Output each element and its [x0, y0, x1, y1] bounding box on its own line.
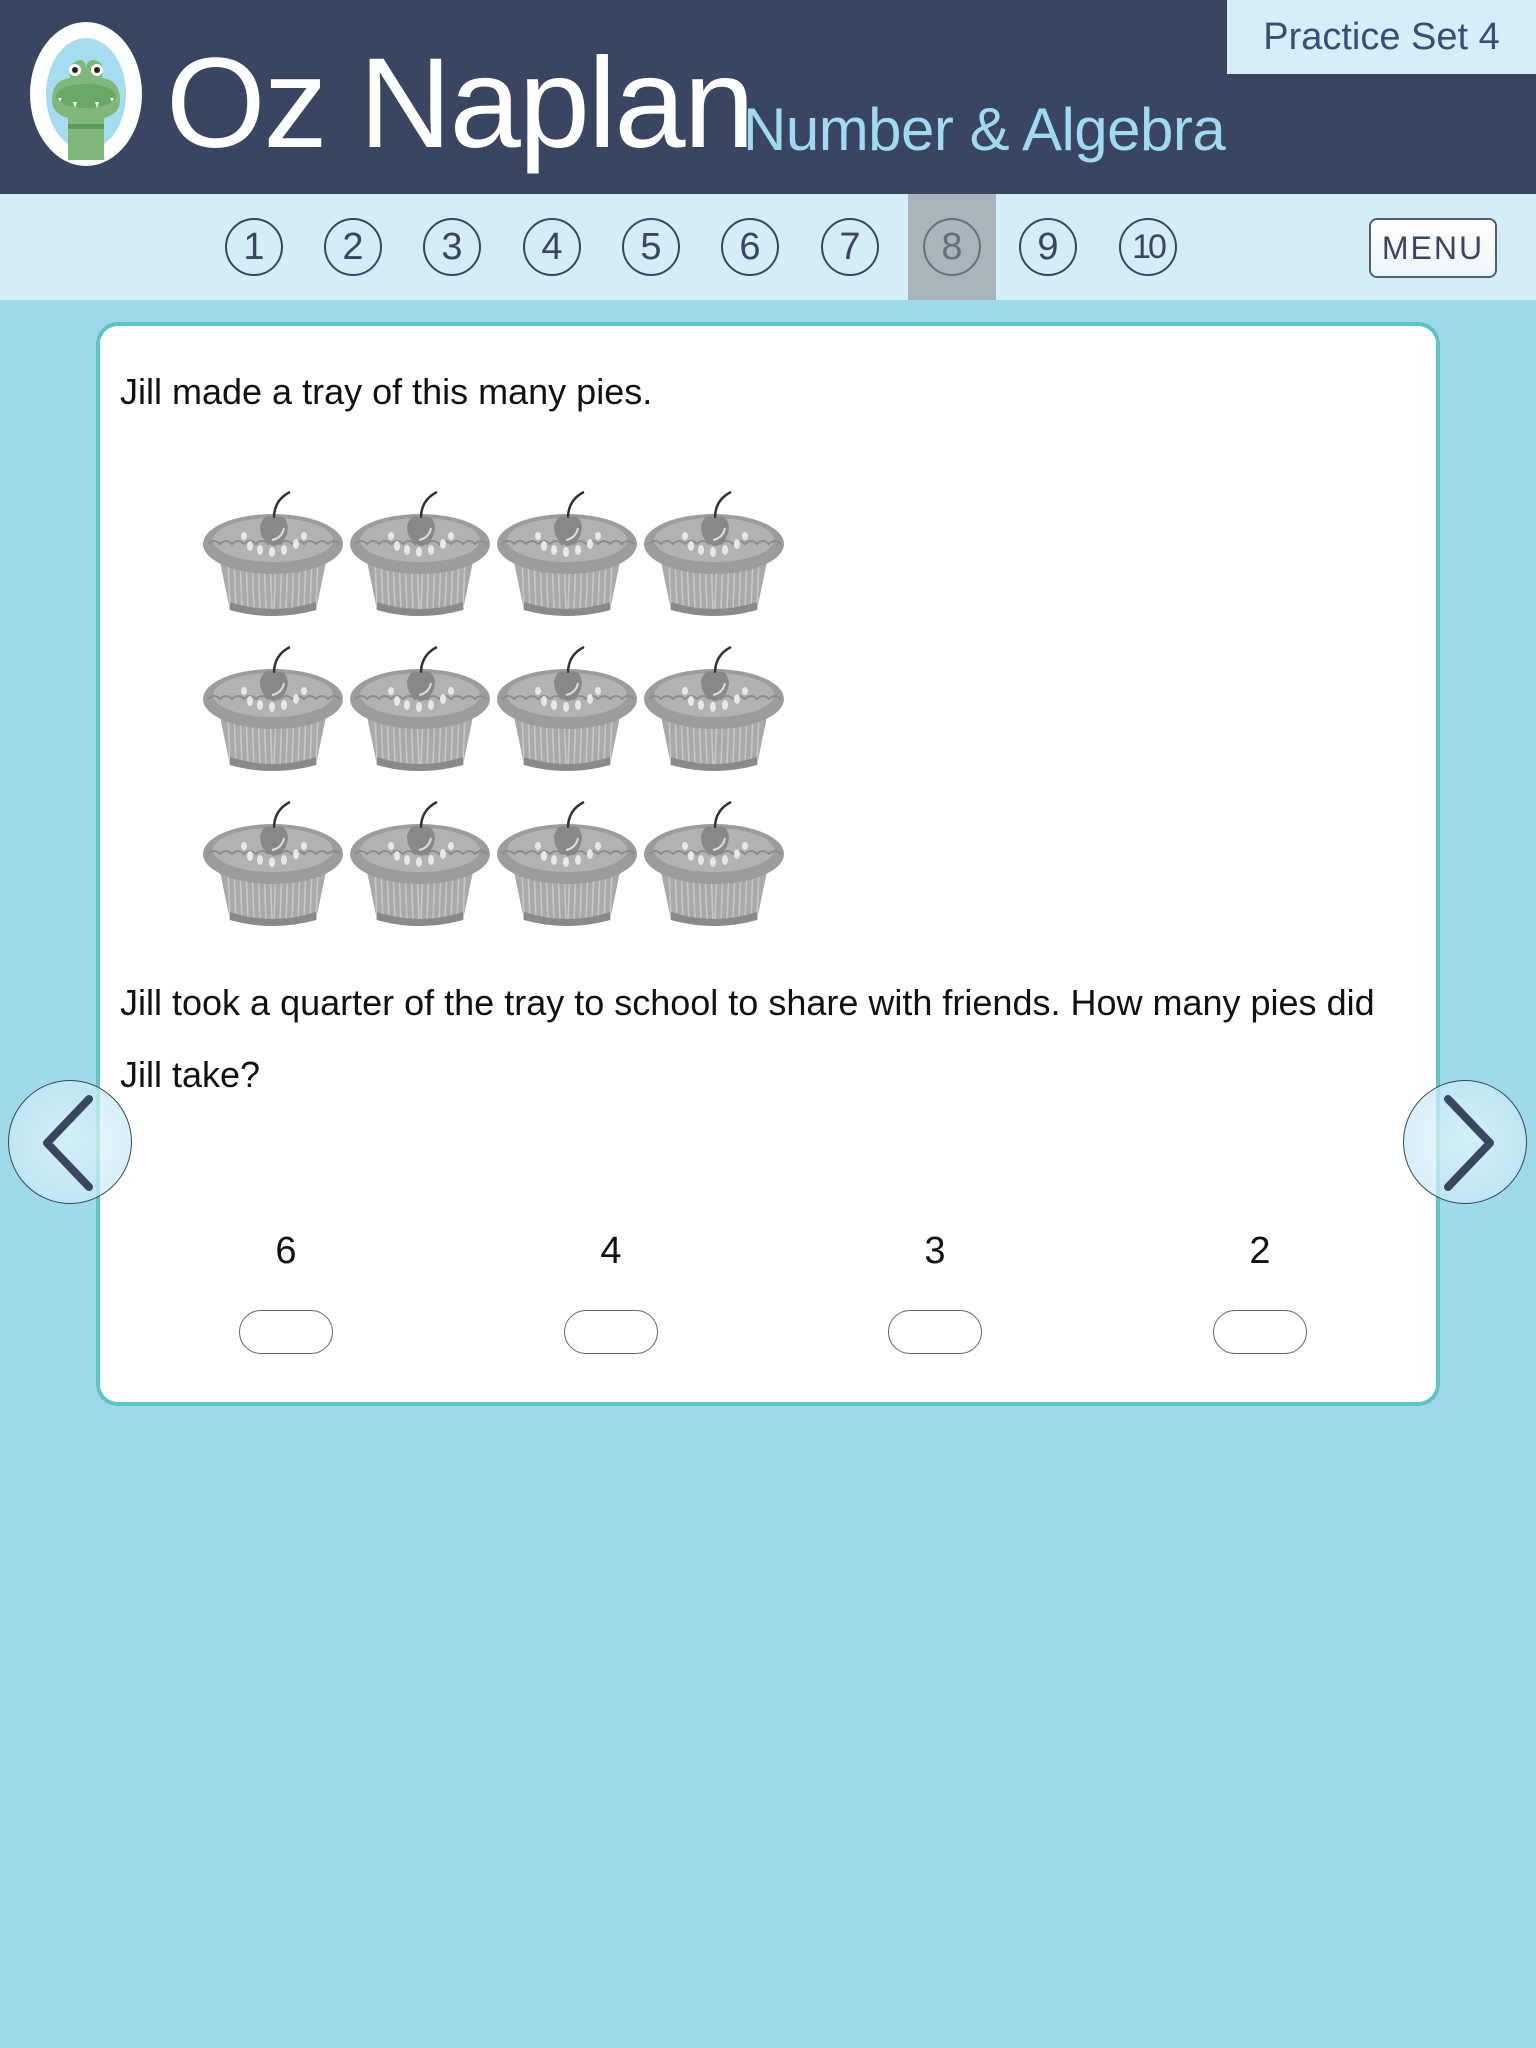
cherry-pie-icon [347, 629, 493, 779]
cherry-pie-icon [494, 629, 640, 779]
cherry-pie-icon [347, 784, 493, 934]
answer-option[interactable]: 2 [1180, 1226, 1340, 1366]
next-question-button[interactable] [1403, 1080, 1527, 1204]
app-header: Oz Naplan Number & Algebra Practice Set … [0, 0, 1536, 194]
answer-option[interactable]: 4 [531, 1226, 691, 1366]
question-card: Jill made a tray of this many pies. Jill… [96, 322, 1440, 1406]
question-number: 7 [821, 218, 879, 276]
answer-radio[interactable] [888, 1310, 982, 1354]
chevron-right-icon [1444, 1095, 1494, 1191]
question-number: 2 [324, 218, 382, 276]
answer-label: 2 [1249, 1230, 1271, 1272]
question-number: 3 [423, 218, 481, 276]
question-number: 4 [523, 218, 581, 276]
question-nav-10[interactable]: 10 [1104, 194, 1192, 300]
answer-radio[interactable] [239, 1310, 333, 1354]
question-number: 9 [1019, 218, 1077, 276]
question-nav-1[interactable]: 1 [210, 194, 298, 300]
crocodile-logo-icon [28, 20, 144, 168]
answer-option[interactable]: 6 [206, 1226, 366, 1366]
question-nav-9[interactable]: 9 [1004, 194, 1092, 300]
question-nav-2[interactable]: 2 [309, 194, 397, 300]
question-prompt: Jill took a quarter of the tray to schoo… [120, 982, 1375, 1095]
question-nav-4[interactable]: 4 [508, 194, 596, 300]
cherry-pie-icon [347, 474, 493, 624]
cherry-pie-icon [200, 784, 346, 934]
cherry-pie-icon [494, 474, 640, 624]
question-number: 5 [622, 218, 680, 276]
cherry-pie-icon [200, 629, 346, 779]
brand-name: Oz Naplan [166, 32, 755, 175]
answer-label: 4 [600, 1230, 622, 1272]
cherry-pie-icon [641, 784, 787, 934]
question-nav-3[interactable]: 3 [408, 194, 496, 300]
answer-option[interactable]: 3 [855, 1226, 1015, 1366]
answer-radio[interactable] [564, 1310, 658, 1354]
question-number: 10 [1119, 218, 1177, 276]
answer-radio[interactable] [1213, 1310, 1307, 1354]
cherry-pie-icon [494, 784, 640, 934]
question-nav-6[interactable]: 6 [706, 194, 794, 300]
question-nav-5[interactable]: 5 [607, 194, 695, 300]
subject-title: Number & Algebra [743, 96, 1226, 163]
question-nav-bar: 1 2 3 4 5 6 7 8 9 10 MENU [0, 194, 1536, 300]
question-nav-8[interactable]: 8 [908, 194, 996, 300]
question-number: 8 [923, 218, 981, 276]
previous-question-button[interactable] [8, 1080, 132, 1204]
question-number: 1 [225, 218, 283, 276]
pies-image [200, 474, 800, 944]
practice-set-label: Practice Set 4 [1227, 0, 1536, 74]
question-number: 6 [721, 218, 779, 276]
answer-label: 6 [275, 1230, 297, 1272]
cherry-pie-icon [200, 474, 346, 624]
answer-options: 6 4 3 2 [100, 1226, 1436, 1366]
cherry-pie-icon [641, 629, 787, 779]
menu-button[interactable]: MENU [1369, 218, 1497, 278]
question-intro: Jill made a tray of this many pies. [120, 371, 653, 412]
answer-label: 3 [924, 1230, 946, 1272]
chevron-left-icon [43, 1095, 93, 1191]
question-nav-7[interactable]: 7 [806, 194, 894, 300]
cherry-pie-icon [641, 474, 787, 624]
